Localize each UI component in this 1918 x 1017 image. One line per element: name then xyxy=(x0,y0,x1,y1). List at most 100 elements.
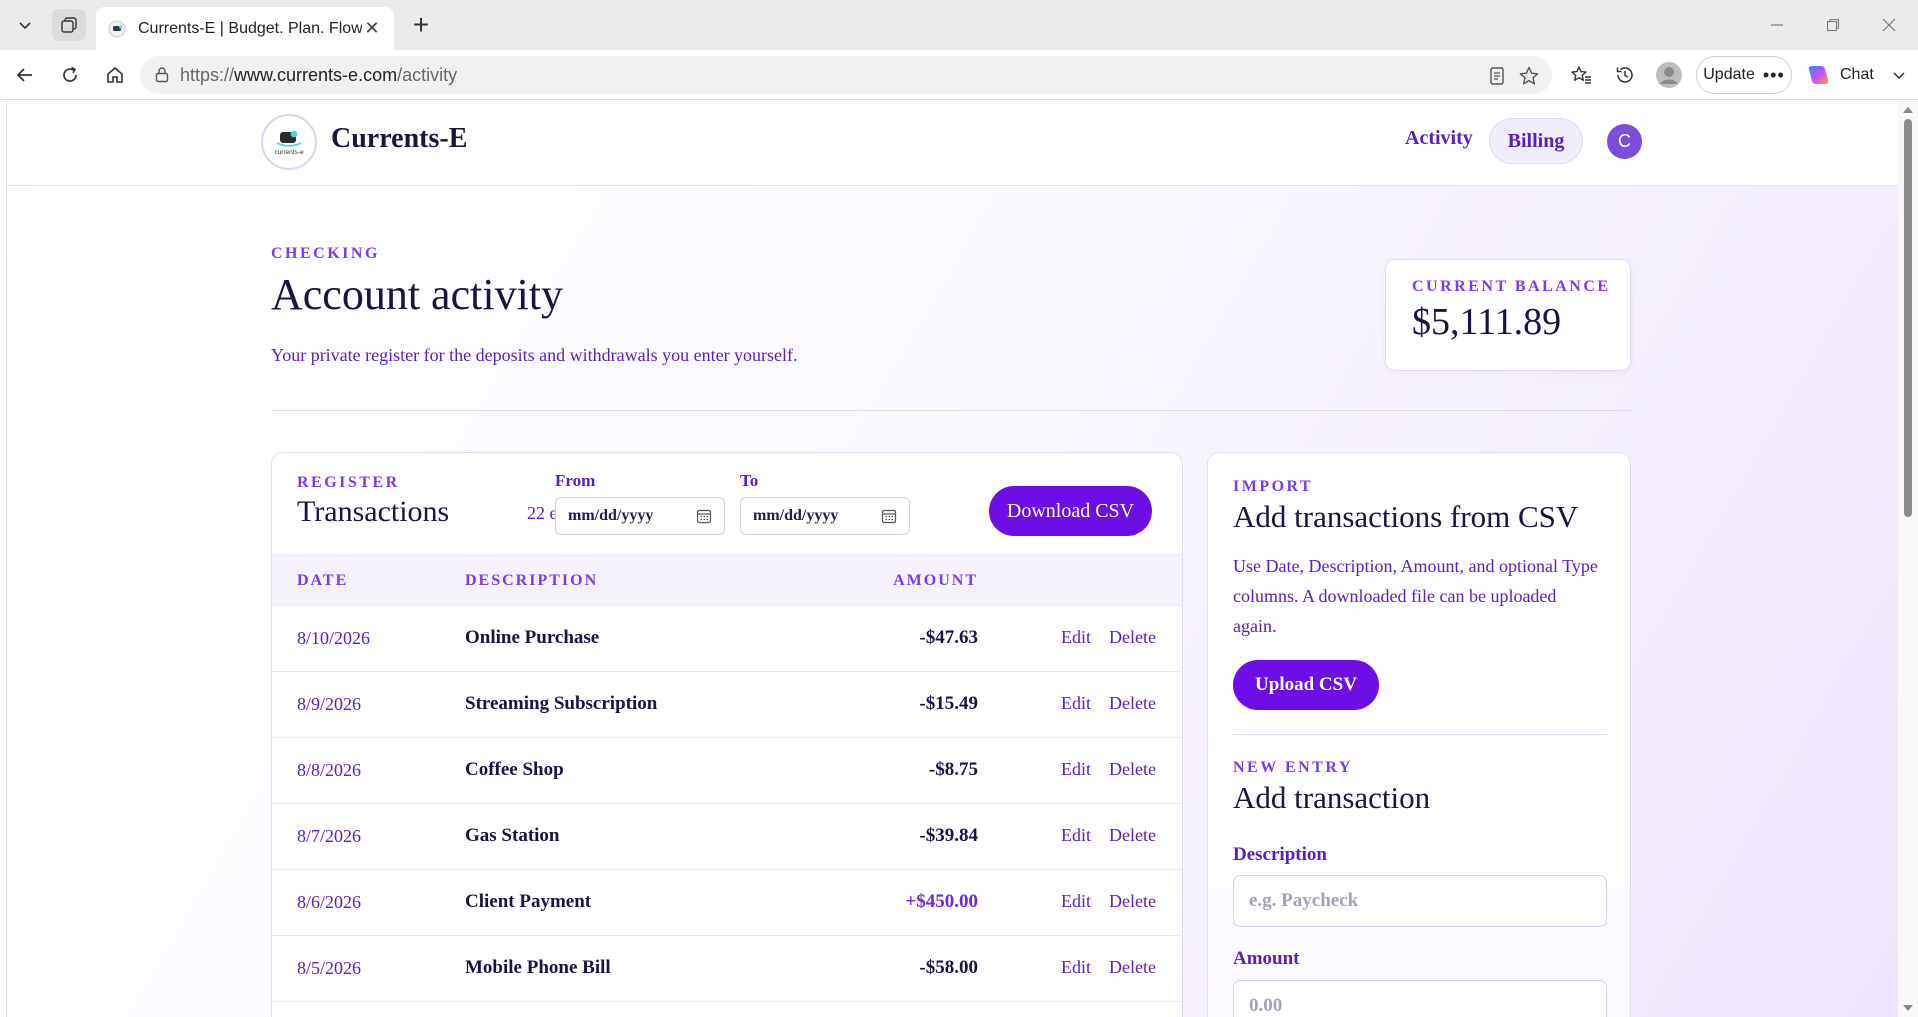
copilot-chat-button[interactable]: Chat xyxy=(1802,56,1918,94)
delete-link[interactable]: Delete xyxy=(1109,759,1156,780)
new-entry-eyebrow: NEW ENTRY xyxy=(1233,759,1353,776)
edit-link[interactable]: Edit xyxy=(1061,627,1091,648)
description-input[interactable] xyxy=(1233,875,1607,927)
page-subtitle: Your private register for the deposits a… xyxy=(271,345,798,365)
update-button[interactable]: Update ••• xyxy=(1696,56,1792,94)
table-row: 8/5/2026 Mobile Phone Bill -$58.00 Edit … xyxy=(272,936,1182,1002)
site-favicon-icon xyxy=(108,20,126,37)
table-row: 8/6/2026 Client Payment +$450.00 Edit De… xyxy=(272,870,1182,936)
row-description: Online Purchase xyxy=(465,627,600,648)
tab-actions-menu-button[interactable] xyxy=(8,9,42,41)
register-title: Transactions xyxy=(297,495,450,528)
refresh-button[interactable] xyxy=(53,59,87,91)
close-window-button[interactable] xyxy=(1866,10,1912,40)
favorites-list-icon xyxy=(1571,66,1591,84)
from-date-input[interactable]: mm/dd/yyyy xyxy=(555,497,725,535)
page-title: Account activity xyxy=(271,270,564,319)
row-amount: -$39.84 xyxy=(919,825,978,846)
restore-icon xyxy=(1826,18,1840,32)
reader-view-icon[interactable] xyxy=(1486,65,1508,87)
column-header-date[interactable]: DATE xyxy=(297,572,348,590)
arrow-left-icon xyxy=(16,68,32,82)
close-tab-icon[interactable]: ✕ xyxy=(362,18,382,39)
nav-link-billing[interactable]: Billing xyxy=(1489,118,1583,164)
table-row: 8/8/2026 Coffee Shop -$8.75 Edit Delete xyxy=(272,738,1182,804)
url-path: /activity xyxy=(397,64,458,85)
delete-link[interactable]: Delete xyxy=(1109,957,1156,978)
workspaces-button[interactable] xyxy=(52,9,86,41)
row-amount: -$47.63 xyxy=(919,627,978,648)
to-date-label: To xyxy=(740,471,759,490)
edit-link[interactable]: Edit xyxy=(1061,825,1091,846)
edit-link[interactable]: Edit xyxy=(1061,891,1091,912)
edit-link[interactable]: Edit xyxy=(1061,957,1091,978)
refresh-icon xyxy=(63,66,77,82)
table-row: 8/10/2026 Online Purchase -$47.63 Edit D… xyxy=(272,606,1182,672)
side-divider xyxy=(1233,734,1607,735)
delete-link[interactable]: Delete xyxy=(1109,627,1156,648)
minimize-window-button[interactable] xyxy=(1754,10,1800,40)
scroll-up-arrow-icon[interactable] xyxy=(1903,107,1913,113)
update-label: Update xyxy=(1703,66,1755,83)
favorites-button[interactable] xyxy=(1564,59,1598,91)
delete-link[interactable]: Delete xyxy=(1109,693,1156,714)
row-description: Streaming Subscription xyxy=(465,693,658,714)
brand-name[interactable]: Currents-E xyxy=(331,123,467,155)
delete-link[interactable]: Delete xyxy=(1109,825,1156,846)
history-icon xyxy=(1616,67,1633,83)
workspaces-icon xyxy=(61,17,77,33)
site-logo[interactable]: currents-e xyxy=(261,114,317,170)
amount-input[interactable] xyxy=(1233,980,1607,1017)
user-avatar[interactable]: C xyxy=(1607,124,1642,159)
more-dots-icon: ••• xyxy=(1762,64,1785,85)
balance-amount: $5,111.89 xyxy=(1412,301,1562,343)
row-description: Gas Station xyxy=(465,825,560,846)
delete-link[interactable]: Delete xyxy=(1109,891,1156,912)
edit-link[interactable]: Edit xyxy=(1061,759,1091,780)
to-date-placeholder: mm/dd/yyyy xyxy=(753,507,839,524)
favorite-star-icon[interactable] xyxy=(1518,65,1540,87)
browser-tab-bar: Currents-E | Budget. Plan. Flow. ✕ + xyxy=(0,0,1918,50)
active-tab[interactable]: Currents-E | Budget. Plan. Flow. ✕ xyxy=(96,7,394,50)
row-date: 8/8/2026 xyxy=(297,760,362,780)
nav-link-activity[interactable]: Activity xyxy=(1405,127,1473,150)
balance-card: CURRENT BALANCE $5,111.89 xyxy=(1385,259,1631,371)
url-prefix: https:// xyxy=(180,64,235,85)
home-icon xyxy=(107,66,123,83)
site-header: currents-e Currents-E Activity Billing C xyxy=(7,101,1898,186)
to-date-input[interactable]: mm/dd/yyyy xyxy=(740,497,910,535)
amount-label: Amount xyxy=(1233,948,1300,969)
download-csv-button[interactable]: Download CSV xyxy=(989,486,1152,536)
lock-icon xyxy=(155,67,169,83)
row-amount: -$15.49 xyxy=(919,693,978,714)
column-header-amount[interactable]: AMOUNT xyxy=(893,572,978,590)
close-icon xyxy=(1882,18,1896,32)
scrollbar-thumb[interactable] xyxy=(1904,119,1912,517)
history-button[interactable] xyxy=(1608,59,1642,91)
section-divider xyxy=(271,410,1631,411)
scroll-down-arrow-icon[interactable] xyxy=(1903,1005,1913,1011)
logo-mark-icon: currents-e xyxy=(274,130,304,156)
from-date-label: From xyxy=(555,471,596,490)
row-amount: +$450.00 xyxy=(905,891,978,912)
register-eyebrow: REGISTER xyxy=(297,474,400,491)
column-header-description[interactable]: DESCRIPTION xyxy=(465,572,598,590)
page-scrollbar[interactable] xyxy=(1898,101,1918,1017)
edit-link[interactable]: Edit xyxy=(1061,693,1091,714)
address-bar[interactable]: https://www.currents-e.com/activity xyxy=(140,56,1552,94)
import-eyebrow: IMPORT xyxy=(1233,478,1314,495)
table-header: DATE DESCRIPTION AMOUNT xyxy=(272,554,1182,606)
calendar-icon[interactable] xyxy=(881,508,897,524)
chat-label: Chat xyxy=(1840,66,1874,83)
row-date: 8/10/2026 xyxy=(297,628,371,648)
upload-csv-button[interactable]: Upload CSV xyxy=(1233,660,1379,710)
back-button[interactable] xyxy=(8,59,42,91)
home-button[interactable] xyxy=(98,59,132,91)
restore-window-button[interactable] xyxy=(1810,10,1856,40)
new-tab-button[interactable]: + xyxy=(404,9,438,41)
web-page: currents-e Currents-E Activity Billing C… xyxy=(6,101,1898,1017)
chevron-down-icon xyxy=(19,22,31,30)
profile-button[interactable] xyxy=(1652,59,1686,91)
calendar-icon[interactable] xyxy=(696,508,712,524)
side-panel: IMPORT Add transactions from CSV Use Dat… xyxy=(1207,452,1631,1017)
